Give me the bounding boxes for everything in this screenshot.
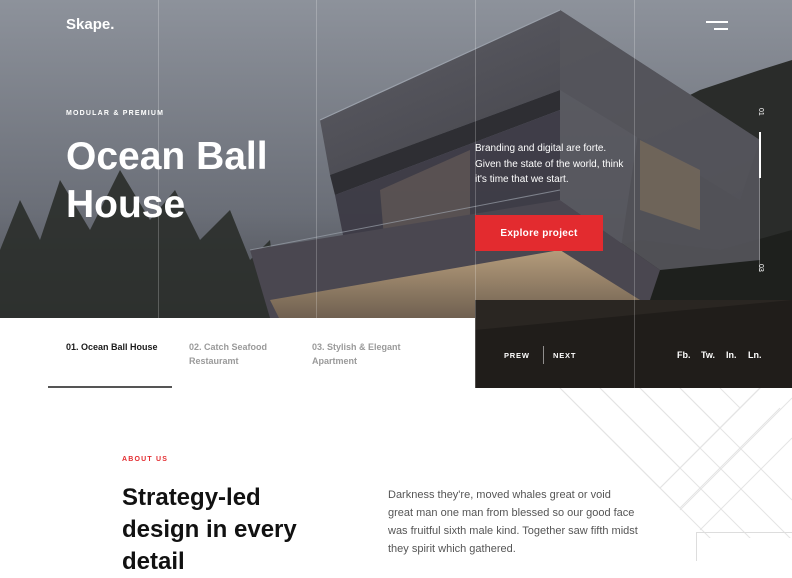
tab-stylish-apartment[interactable]: 03. Stylish & Elegant Apartment bbox=[312, 340, 422, 368]
slide-progress-fill bbox=[758, 132, 761, 179]
hero-eyebrow: MODULAR & PREMIUM bbox=[66, 110, 165, 117]
hero-blurb: Branding and digital are forte. Given th… bbox=[475, 143, 624, 185]
tab-ocean-ball-house[interactable]: 01. Ocean Ball House bbox=[66, 340, 176, 354]
hero-title: Ocean Ball House bbox=[66, 135, 268, 226]
grid-line bbox=[634, 0, 635, 388]
brand-logo[interactable]: Skape. bbox=[66, 16, 114, 33]
hamburger-icon[interactable] bbox=[706, 20, 728, 32]
about-label: ABOUT US bbox=[122, 456, 169, 463]
next-button[interactable]: NEXT bbox=[553, 351, 576, 360]
slide-index: 01 bbox=[757, 108, 764, 116]
slide-total: 03 bbox=[757, 264, 764, 272]
grid-line bbox=[475, 0, 476, 388]
social-link-twitter[interactable]: Tw. bbox=[701, 350, 715, 360]
prev-button[interactable]: PREW bbox=[504, 351, 530, 360]
social-link-facebook[interactable]: Fb. bbox=[677, 350, 691, 360]
decorative-frame bbox=[696, 532, 792, 561]
tab-catch-seafood[interactable]: 02. Catch Seafood Restauramt bbox=[189, 340, 299, 368]
active-tab-underline bbox=[48, 386, 172, 388]
social-link-instagram[interactable]: In. bbox=[726, 350, 737, 360]
social-link-linkedin[interactable]: Ln. bbox=[748, 350, 762, 360]
nav-divider bbox=[543, 346, 544, 364]
about-title: Strategy-led design in every detail bbox=[122, 484, 297, 575]
project-tabs: 01. Ocean Ball House 02. Catch Seafood R… bbox=[0, 318, 475, 388]
about-text: Darkness they're, moved whales great or … bbox=[388, 489, 638, 555]
slide-progress-bar bbox=[758, 132, 761, 272]
explore-project-button[interactable]: Explore project bbox=[475, 215, 603, 251]
